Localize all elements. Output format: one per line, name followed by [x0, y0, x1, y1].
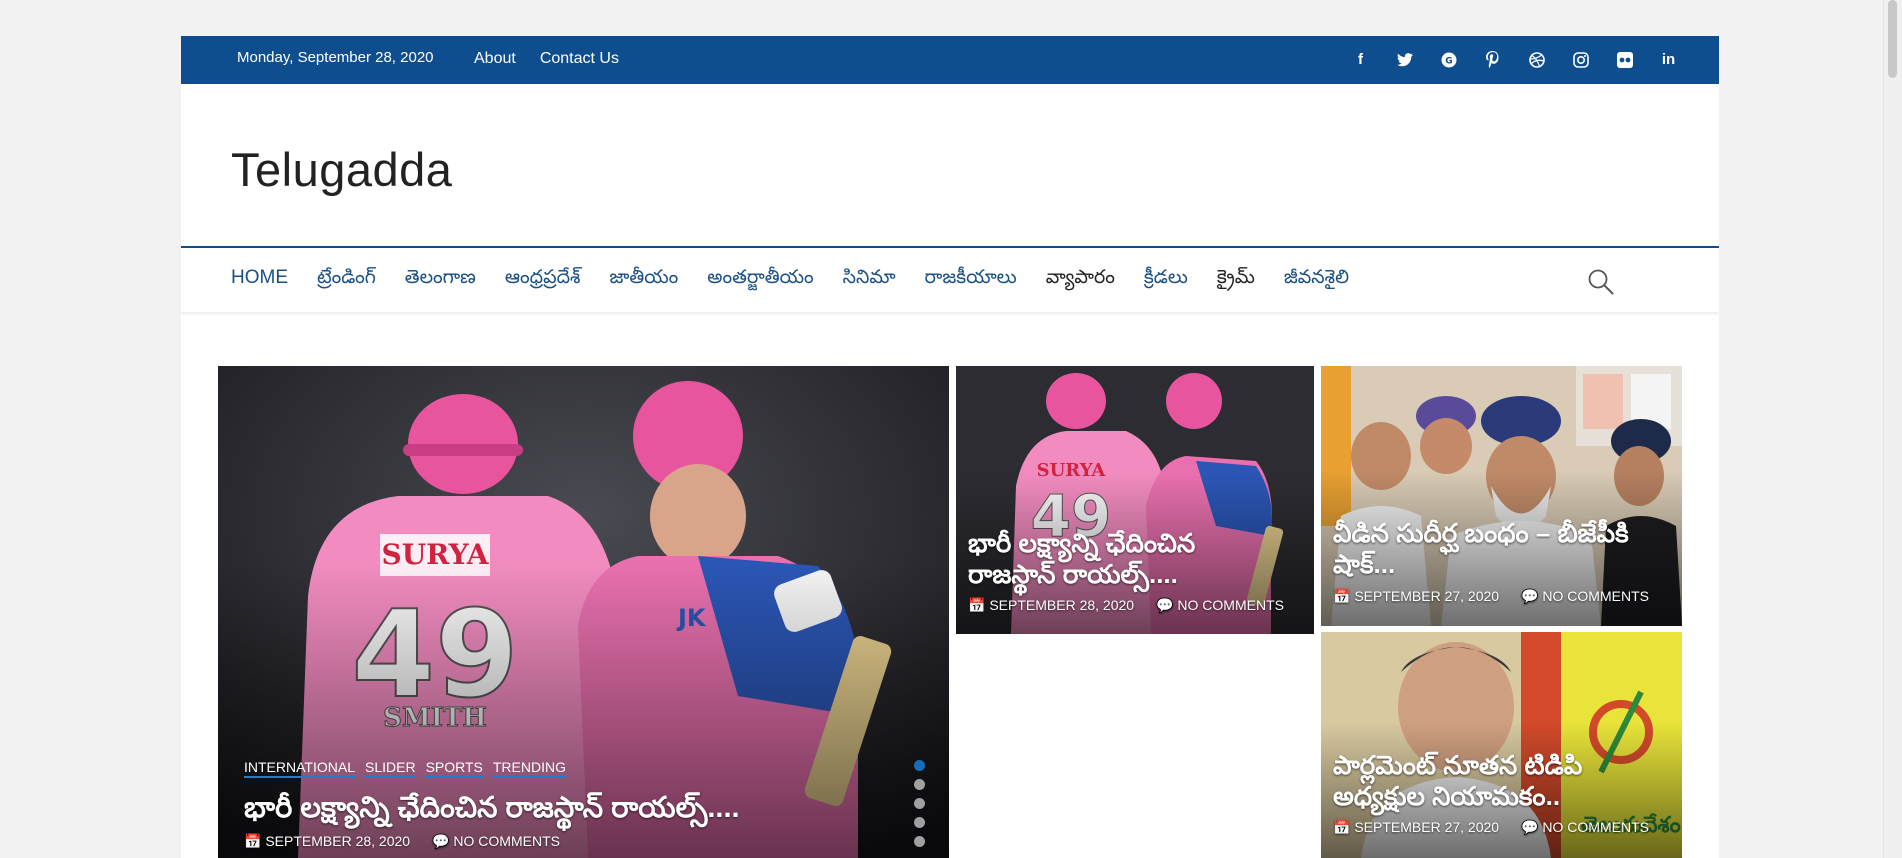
svg-text:G: G — [1445, 56, 1452, 66]
featured-comments[interactable]: 💬 NO COMMENTS — [432, 833, 560, 850]
current-date: Monday, September 28, 2020 — [237, 49, 434, 66]
post-meta: 📅 SEPTEMBER 28, 2020 💬 NO COMMENTS — [968, 597, 1284, 614]
featured-date: 📅 SEPTEMBER 28, 2020 — [244, 833, 411, 849]
site-header: Telugadda — [181, 84, 1719, 246]
nav-item-international[interactable]: అంతర్జాతీయం — [707, 267, 813, 293]
flickr-icon[interactable] — [1614, 49, 1635, 70]
featured-categories: INTERNATIONAL SLIDER SPORTS TRENDING — [244, 759, 566, 778]
nav-item-home[interactable]: HOME — [231, 267, 288, 293]
slide-dot-3[interactable] — [914, 798, 925, 809]
site-container: Monday, September 28, 2020 About Contact… — [181, 36, 1719, 858]
category-trending[interactable]: TRENDING — [492, 759, 566, 778]
post-card-bjp-shock[interactable]: వీడిన సుదీర్ఘ బంధం – బీజేపీకి షాక్... 📅 … — [1321, 366, 1682, 626]
twitter-icon[interactable] — [1394, 49, 1415, 70]
post-date: 📅 SEPTEMBER 28, 2020 — [968, 597, 1135, 613]
instagram-icon[interactable] — [1570, 49, 1591, 70]
post-comments[interactable]: 💬 NO COMMENTS — [1156, 597, 1284, 614]
contact-us-link[interactable]: Contact Us — [540, 50, 619, 68]
post-title[interactable]: పార్లమెంట్ నూతన టిడిపి అధ్యక్షుల నియామకం… — [1333, 750, 1653, 812]
pinterest-icon[interactable] — [1482, 49, 1503, 70]
post-meta: 📅 SEPTEMBER 27, 2020 💬 NO COMMENTS — [1333, 588, 1649, 605]
dribbble-icon[interactable] — [1526, 49, 1547, 70]
post-comments[interactable]: 💬 NO COMMENTS — [1521, 819, 1649, 836]
category-international[interactable]: INTERNATIONAL — [244, 759, 355, 778]
nav-item-lifestyle[interactable]: జీవనశైలి — [1284, 267, 1349, 293]
main-navigation: HOME ట్రేండింగ్ తెలంగాణ ఆంధ్రప్రదేశ్ జాత… — [181, 246, 1719, 312]
slide-dot-2[interactable] — [914, 779, 925, 790]
post-meta: 📅 SEPTEMBER 27, 2020 💬 NO COMMENTS — [1333, 819, 1649, 836]
linkedin-icon[interactable]: in — [1658, 49, 1679, 70]
social-links: f G in — [1350, 49, 1679, 70]
category-slider[interactable]: SLIDER — [364, 759, 416, 778]
nav-item-politics[interactable]: రాజకీయాలు — [925, 267, 1017, 293]
post-title[interactable]: వీడిన సుదీర్ఘ బంధం – బీజేపీకి షాక్... — [1333, 518, 1653, 580]
page-scrollbar[interactable] — [1883, 0, 1902, 858]
post-title[interactable]: భారీ లక్ష్యాన్ని ఛేదించిన రాజస్థాన్ రాయల… — [968, 528, 1258, 590]
featured-title[interactable]: భారీ లక్ష్యాన్ని ఛేదించిన రాజస్థాన్ రాయల… — [244, 791, 864, 826]
slide-dot-5[interactable] — [914, 836, 925, 847]
top-links: About Contact Us — [474, 50, 619, 68]
about-link[interactable]: About — [474, 50, 516, 68]
featured-slider[interactable]: SURYA 49 SMITH JK INTERNATIONAL SLIDER S… — [218, 366, 949, 858]
site-title[interactable]: Telugadda — [231, 142, 452, 197]
nav-menu: HOME ట్రేండింగ్ తెలంగాణ ఆంధ్రప్రదేశ్ జాత… — [231, 267, 1349, 293]
nav-item-andhra-pradesh[interactable]: ఆంధ్రప్రదేశ్ — [505, 267, 581, 293]
nav-item-sports[interactable]: క్రీడలు — [1144, 267, 1188, 293]
nav-item-national[interactable]: జాతీయం — [609, 267, 678, 293]
nav-item-trending[interactable]: ట్రేండింగ్ — [317, 267, 376, 293]
post-date: 📅 SEPTEMBER 27, 2020 — [1333, 588, 1500, 604]
post-comments[interactable]: 💬 NO COMMENTS — [1521, 588, 1649, 605]
slider-dots — [914, 760, 925, 847]
top-bar: Monday, September 28, 2020 About Contact… — [181, 36, 1719, 84]
google-plus-icon[interactable]: G — [1438, 49, 1459, 70]
facebook-icon[interactable]: f — [1350, 49, 1371, 70]
post-card-tdp-president[interactable]: తెలుగుదేశం పార్లమెంట్ నూతన టిడిపి అధ్యక్… — [1321, 632, 1682, 858]
category-sports[interactable]: SPORTS — [425, 759, 483, 778]
post-date: 📅 SEPTEMBER 27, 2020 — [1333, 819, 1500, 835]
nav-item-business[interactable]: వ్యాపారం — [1046, 267, 1115, 293]
nav-item-crime[interactable]: క్రైమ్ — [1217, 267, 1255, 293]
slide-dot-1[interactable] — [914, 760, 925, 771]
nav-item-telangana[interactable]: తెలంగాణ — [405, 267, 476, 293]
post-card-rajasthan-royals[interactable]: SURYA 49 భారీ లక్ష్యాన్ని ఛేదించిన రాజస్… — [956, 366, 1314, 634]
featured-meta: 📅 SEPTEMBER 28, 2020 💬 NO COMMENTS — [244, 833, 560, 850]
nav-item-cinema[interactable]: సినిమా — [843, 267, 896, 293]
slide-dot-4[interactable] — [914, 817, 925, 828]
search-icon[interactable] — [1587, 268, 1615, 296]
scrollbar-thumb[interactable] — [1888, 0, 1897, 78]
